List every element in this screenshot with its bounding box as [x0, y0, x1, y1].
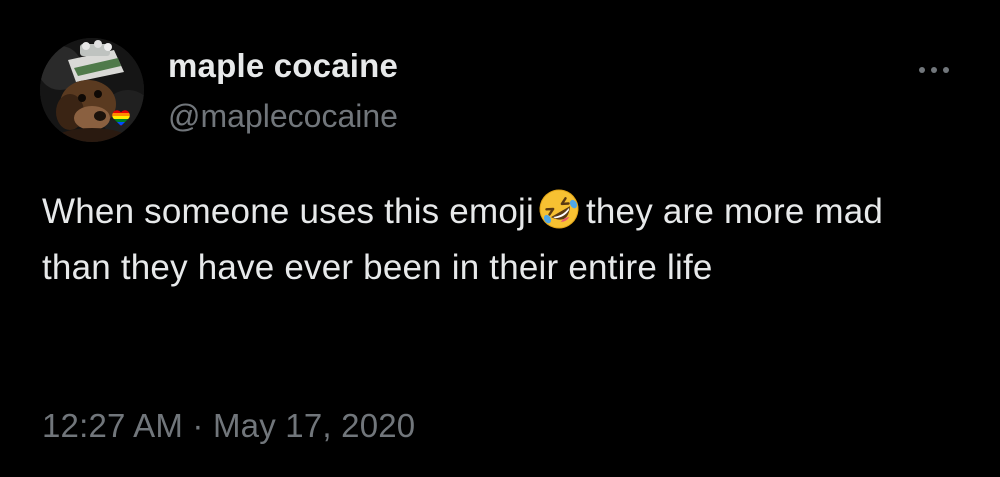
tweet-text-before-emoji: When someone uses this emoji	[42, 192, 534, 231]
timestamp-separator: ·	[192, 407, 204, 444]
author-names: maple cocaine @maplecocaine	[168, 46, 398, 136]
tweet-header: maple cocaine @maplecocaine	[40, 38, 960, 142]
tweet-date: May 17, 2020	[212, 407, 416, 444]
tweet-time: 12:27 AM	[42, 407, 184, 444]
more-horizontal-icon	[919, 67, 949, 73]
display-name[interactable]: maple cocaine	[168, 46, 398, 86]
tweet-timestamp[interactable]: 12:27 AM · May 17, 2020	[42, 404, 415, 448]
user-handle[interactable]: @maplecocaine	[168, 96, 398, 136]
tweet-card: maple cocaine @maplecocaine When someone…	[0, 0, 1000, 477]
pride-heart-icon	[112, 110, 130, 126]
tweet-text: When someone uses this emoji they are mo…	[42, 184, 942, 296]
rolling-on-floor-laughing-emoji	[539, 189, 579, 229]
more-options-button[interactable]	[914, 58, 954, 82]
